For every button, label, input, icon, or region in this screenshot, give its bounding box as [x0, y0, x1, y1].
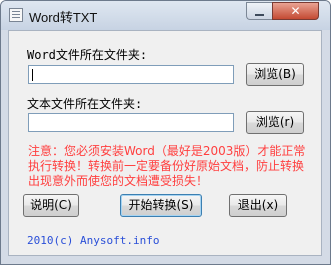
- app-icon: [9, 8, 23, 22]
- text-folder-label: 文本文件所在文件夹:: [27, 97, 143, 111]
- word-folder-input[interactable]: [28, 65, 234, 84]
- text-folder-input[interactable]: [28, 113, 234, 132]
- copyright-text: 2010(c) Anysoft.info: [27, 234, 160, 247]
- browse-text-folder-button[interactable]: 浏览(r): [246, 111, 304, 134]
- start-convert-button[interactable]: 开始转换(S): [120, 194, 202, 217]
- browse-word-folder-button[interactable]: 浏览(B): [246, 63, 304, 86]
- text-caret: [32, 69, 33, 81]
- minimize-icon[interactable]: [246, 2, 272, 20]
- exit-button[interactable]: 退出(x): [229, 194, 287, 217]
- close-icon[interactable]: ✕: [272, 2, 319, 20]
- app-window: Word转TXT ✕ Word文件所在文件夹: 浏览(B) 文本文件所在文件夹:…: [0, 0, 331, 265]
- title-bar[interactable]: Word转TXT ✕: [1, 1, 330, 30]
- help-button[interactable]: 说明(C): [23, 194, 79, 217]
- install-warning: 注意：您必须安装Word（最好是2003版）才能正常执行转换！转换前一定要备份好…: [28, 144, 306, 188]
- dialog-body: Word文件所在文件夹: 浏览(B) 文本文件所在文件夹: 浏览(r) 注意：您…: [8, 30, 322, 256]
- word-folder-label: Word文件所在文件夹:: [27, 48, 148, 62]
- window-title: Word转TXT: [29, 10, 98, 25]
